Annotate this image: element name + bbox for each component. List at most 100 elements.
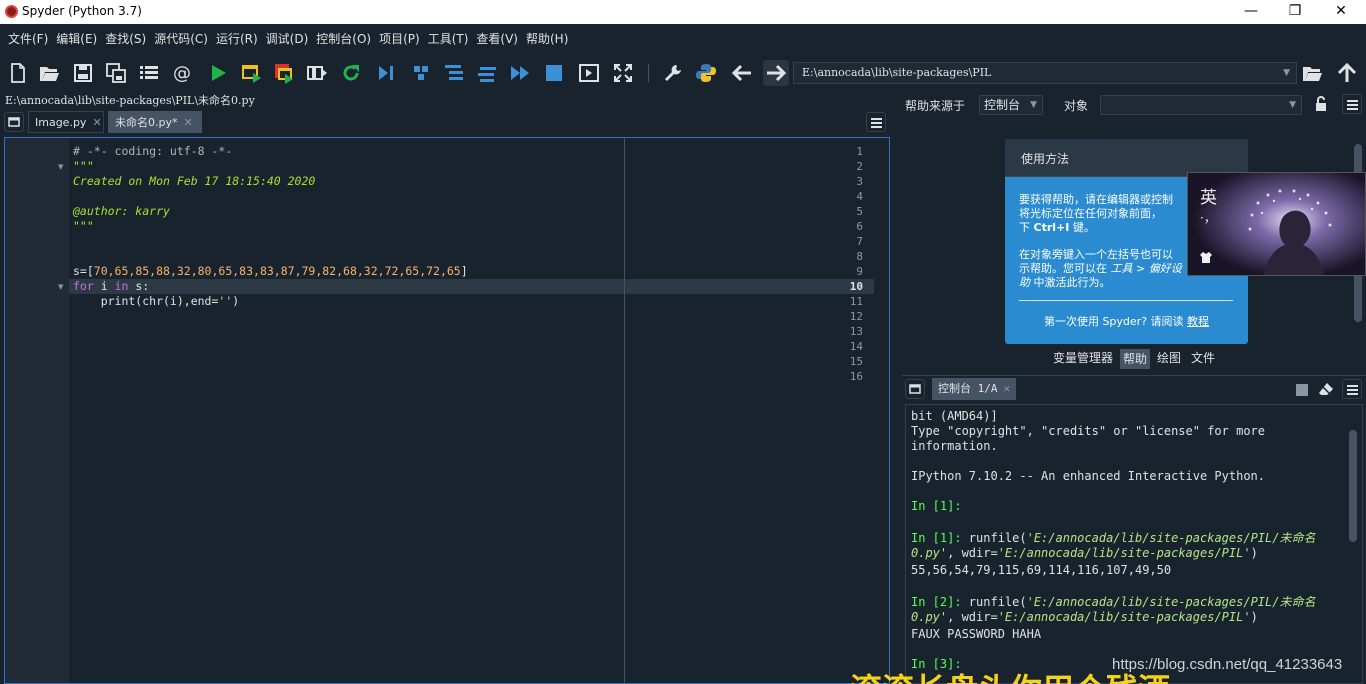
shirt-icon[interactable] — [1200, 251, 1212, 263]
forward-arrow-icon[interactable] — [763, 60, 789, 86]
wrench-icon[interactable] — [662, 62, 684, 84]
line-number: 9 — [856, 265, 863, 278]
tab-plots[interactable]: 绘图 — [1154, 348, 1184, 368]
tutorial-link[interactable]: 教程 — [1187, 315, 1209, 328]
eraser-icon[interactable] — [1318, 382, 1334, 396]
browse-tabs-icon[interactable] — [905, 379, 925, 399]
console-prompt: In [1]: — [911, 499, 962, 513]
debug-icon[interactable] — [375, 62, 397, 84]
line-number: 8 — [856, 250, 863, 263]
fold-marker-icon[interactable]: ▼ — [58, 163, 63, 171]
code-string: '' — [218, 294, 233, 308]
minimize-button[interactable]: — — [1228, 0, 1274, 24]
step-return-icon[interactable] — [476, 62, 498, 84]
menu-edit[interactable]: 编辑(E) — [52, 24, 101, 54]
console-input-line: In [2]: runfile('E:/annocada/lib/site-pa… — [911, 593, 1315, 610]
lock-icon[interactable] — [1314, 96, 1328, 112]
code-line-3: Created on Mon Feb 17 18:15:40 2020 — [73, 174, 316, 188]
console-string: 'E:/annocada/lib/site-packages/PIL' — [997, 610, 1251, 624]
continue-icon[interactable] — [509, 62, 531, 84]
console-scrollbar[interactable] — [1348, 410, 1358, 682]
spyder-app-icon — [5, 5, 18, 18]
step-icon[interactable] — [410, 62, 432, 84]
editor-file-path: E:\annocada\lib\site-packages\PIL\未命名0.p… — [5, 94, 255, 107]
step-into-icon[interactable] — [443, 62, 465, 84]
scrollbar-thumb[interactable] — [1349, 430, 1357, 542]
divider — [1019, 300, 1233, 301]
run-cell-advance-icon[interactable] — [273, 62, 295, 84]
menu-run[interactable]: 运行(R) — [212, 24, 262, 54]
line-number: 13 — [849, 325, 863, 338]
console-line: Type "copyright", "credits" or "license"… — [911, 424, 1266, 438]
code-editor[interactable]: 1 2 3 4 5 6 7 8 9 10 11 12 13 14 15 16 ▼… — [4, 137, 890, 684]
new-file-icon[interactable] — [7, 62, 29, 84]
line-number: 3 — [856, 175, 863, 188]
console-string: 'E:/annocada/lib/site-packages/PIL/未命名 — [1026, 595, 1316, 609]
rerun-icon[interactable] — [340, 62, 362, 84]
line-number: 11 — [849, 295, 863, 308]
help-source-value: 控制台 — [984, 98, 1021, 112]
menu-debug[interactable]: 调试(D) — [262, 24, 313, 54]
close-tab-icon[interactable]: ✕ — [1004, 382, 1011, 395]
console-code: ) — [1250, 610, 1258, 624]
code-token: i — [93, 279, 115, 293]
at-symbol-icon[interactable]: @ — [171, 62, 193, 84]
ime-language-indicator[interactable]: 英 — [1200, 183, 1217, 208]
menu-projects[interactable]: 项目(P) — [375, 24, 424, 54]
close-tab-icon[interactable]: ✕ — [184, 116, 193, 129]
stop-kernel-icon[interactable] — [1296, 384, 1308, 396]
maximize-pane-icon[interactable] — [578, 62, 600, 84]
browse-folder-icon[interactable] — [1301, 62, 1323, 84]
save-icon[interactable] — [72, 62, 94, 84]
code-number-list: 70,65,85,88,32,80,65,83,83,87,79,82,68,3… — [93, 264, 461, 278]
save-all-icon[interactable] — [105, 62, 127, 84]
menu-help[interactable]: 帮助(H) — [522, 24, 572, 54]
ipython-console[interactable]: bit (AMD64)] Type "copyright", "credits"… — [905, 404, 1363, 684]
tab-help[interactable]: 帮助 — [1120, 349, 1151, 369]
console-string: 0.py' — [911, 546, 948, 560]
menu-tools[interactable]: 工具(T) — [424, 24, 473, 54]
back-arrow-icon[interactable] — [731, 62, 753, 84]
menu-search[interactable]: 查找(S) — [101, 24, 150, 54]
usage-text-part: 示帮助。您可以在 — [1019, 262, 1111, 275]
menu-consoles[interactable]: 控制台(O) — [312, 24, 375, 54]
object-input[interactable]: ▼ — [1100, 95, 1302, 115]
browse-tabs-icon[interactable] — [4, 112, 24, 132]
console-output: FAUX PASSWORD HAHA — [911, 627, 1042, 641]
tab-image-py[interactable]: Image.py ✕ — [28, 111, 104, 133]
fullscreen-icon[interactable] — [612, 62, 634, 84]
run-cell-icon[interactable] — [240, 62, 262, 84]
run-selection-icon[interactable] — [306, 62, 328, 84]
tab-files[interactable]: 文件 — [1188, 348, 1218, 368]
tab-untitled0-py[interactable]: 未命名0.py* ✕ — [108, 111, 202, 133]
close-button[interactable]: ✕ — [1318, 0, 1364, 24]
menu-view[interactable]: 查看(V) — [472, 24, 522, 54]
editor-tab-bar: Image.py ✕ 未命名0.py* ✕ — [0, 110, 898, 134]
editor-options-menu-icon[interactable] — [866, 112, 886, 132]
tab-console-1a[interactable]: 控制台 1/A ✕ — [932, 378, 1017, 400]
code-token: s=[ — [73, 264, 94, 278]
code-keyword: for — [73, 279, 94, 293]
tab-variable-explorer[interactable]: 变量管理器 — [1050, 348, 1116, 368]
chevron-down-icon: ▼ — [1289, 100, 1296, 110]
open-file-icon[interactable] — [38, 62, 60, 84]
stop-icon[interactable] — [543, 62, 565, 84]
console-options-menu-icon[interactable] — [1342, 379, 1362, 399]
list-icon[interactable] — [138, 62, 160, 84]
menu-file[interactable]: 文件(F) — [4, 24, 52, 54]
menu-source[interactable]: 源代码(C) — [150, 24, 212, 54]
working-directory-combo[interactable]: E:\annocada\lib\site-packages\PIL ▼ — [793, 62, 1297, 84]
fold-marker-icon[interactable]: ▼ — [58, 283, 63, 291]
help-source-select[interactable]: 控制台 ▼ — [979, 95, 1043, 115]
console-tab-label: 控制台 1/A — [938, 382, 998, 395]
close-tab-icon[interactable]: ✕ — [92, 116, 101, 129]
console-prompt: In [3]: — [911, 657, 962, 671]
parent-directory-icon[interactable] — [1336, 62, 1358, 84]
run-icon[interactable] — [207, 62, 229, 84]
ime-punctuation-indicator[interactable]: ·， — [1200, 209, 1216, 226]
python-icon[interactable] — [695, 62, 717, 84]
help-options-menu-icon[interactable] — [1342, 94, 1362, 114]
usage-text-part: 键。 — [1069, 221, 1095, 234]
restore-button[interactable]: ❐ — [1272, 0, 1318, 24]
console-string: 0.py' — [911, 610, 948, 624]
